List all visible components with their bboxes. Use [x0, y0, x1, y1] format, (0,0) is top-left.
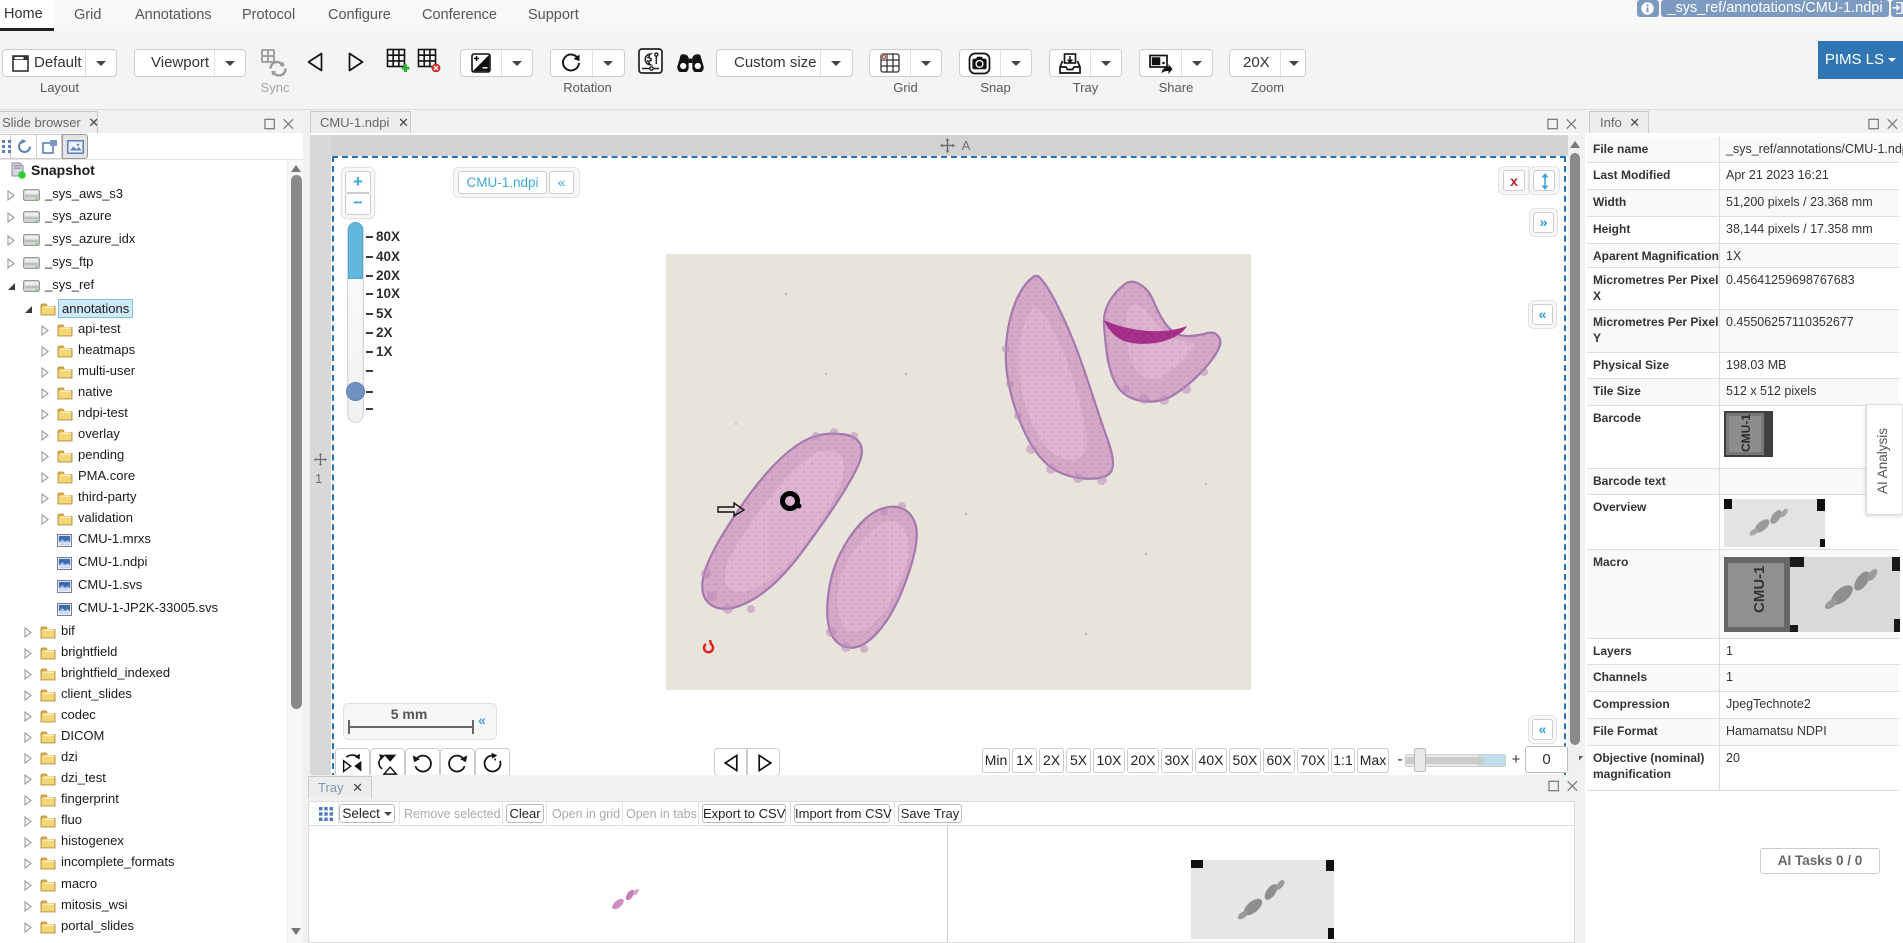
svg-text:CMU-1: CMU-1	[1751, 566, 1768, 614]
svg-text:CMU-1: CMU-1	[1739, 414, 1753, 452]
